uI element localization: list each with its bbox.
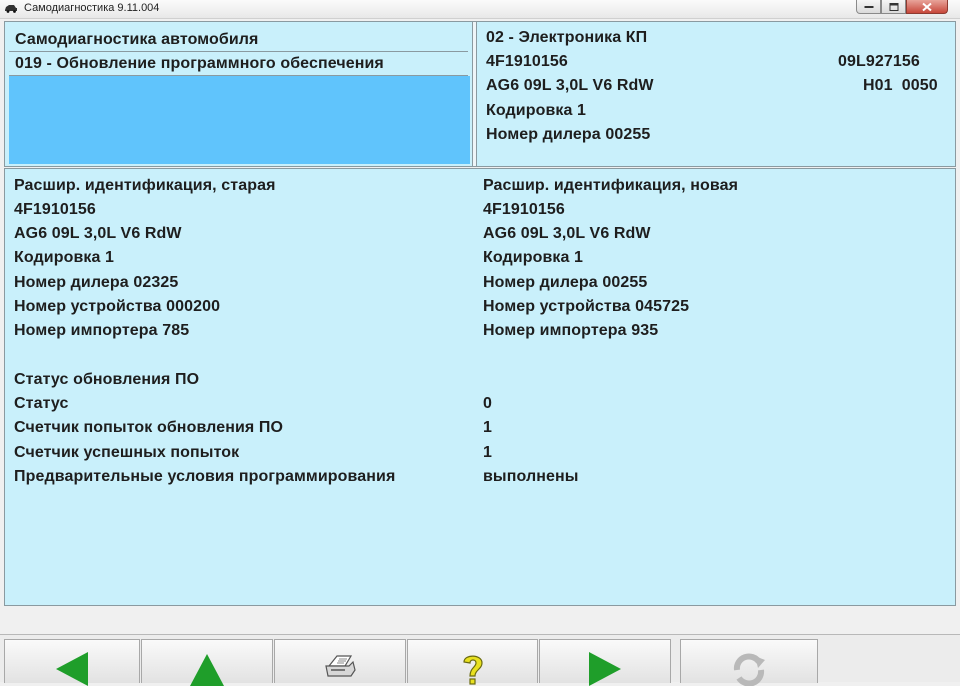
ident-old-importer: Номер импортера 785: [14, 322, 190, 339]
print-button[interactable]: [274, 639, 406, 683]
close-button[interactable]: [906, 0, 948, 14]
ident-old-part-number: 4F1910156: [14, 201, 96, 218]
vertical-divider: [472, 22, 477, 166]
ident-new-device: Номер устройства 045725: [483, 298, 690, 315]
title-bar: Самодиагностика 9.11.004: [0, 0, 960, 19]
up-button[interactable]: [141, 639, 273, 686]
selected-function-label[interactable]: 019 - Обновление программного обеспечени…: [15, 55, 384, 73]
main-panel: Расшир. идентификация, старая 4F1910156 …: [4, 168, 956, 606]
minimize-button[interactable]: [856, 0, 881, 14]
bottom-toolbar: [0, 634, 960, 686]
forward-button[interactable]: [539, 639, 671, 686]
status-label: Статус: [14, 395, 69, 412]
printer-icon: [325, 655, 356, 677]
window-title: Самодиагностика 9.11.004: [24, 2, 160, 14]
ecu-part-number-alt: 09L927156: [838, 53, 920, 70]
ident-old-component: AG6 09L 3,0L V6 RdW: [14, 225, 182, 242]
ident-old-coding: Кодировка 1: [14, 249, 115, 266]
close-icon: [922, 2, 932, 11]
ecu-version: H01 0050: [863, 77, 938, 94]
ident-old-dealer: Номер дилера 02325: [14, 274, 179, 291]
maximize-icon: [889, 2, 898, 11]
ecu-name: 02 - Электроника КП: [486, 29, 648, 46]
preconditions-label: Предварительные условия программирования: [14, 468, 396, 485]
ident-old-device: Номер устройства 000200: [14, 298, 221, 315]
ident-new-coding: Кодировка 1: [483, 249, 584, 266]
status-value: 0: [483, 395, 492, 412]
car-icon: [5, 5, 17, 13]
ecu-dealer: Номер дилера 00255: [486, 126, 651, 143]
ecu-part-number: 4F1910156: [486, 53, 568, 70]
minimize-icon: [864, 5, 873, 8]
panel-title: Самодиагностика автомобиля: [15, 31, 259, 48]
maximize-button[interactable]: [881, 0, 906, 14]
update-attempts-value: 1: [483, 419, 492, 436]
ident-new-importer: Номер импортера 935: [483, 322, 659, 339]
selection-highlight[interactable]: [9, 76, 470, 164]
function-panel: Самодиагностика автомобиля 019 - Обновле…: [7, 24, 470, 164]
header-frame: Самодиагностика автомобиля 019 - Обновле…: [4, 21, 956, 167]
ecu-component: AG6 09L 3,0L V6 RdW: [486, 77, 654, 94]
update-status-heading: Статус обновления ПО: [14, 371, 200, 388]
refresh-button[interactable]: [680, 639, 818, 686]
divider: [9, 51, 468, 52]
ident-old-heading: Расшир. идентификация, старая: [14, 177, 276, 194]
ident-new-dealer: Номер дилера 00255: [483, 274, 648, 291]
ecu-coding: Кодировка 1: [486, 102, 587, 119]
preconditions-value: выполнены: [483, 468, 579, 485]
help-button[interactable]: [407, 639, 538, 685]
ident-new-heading: Расшир. идентификация, новая: [483, 177, 739, 194]
ident-new-part-number: 4F1910156: [483, 201, 565, 218]
successful-attempts-value: 1: [483, 444, 492, 461]
ident-new-component: AG6 09L 3,0L V6 RdW: [483, 225, 651, 242]
window-controls: [856, 0, 948, 15]
successful-attempts-label: Счетчик успешных попыток: [14, 444, 240, 461]
update-attempts-label: Счетчик попыток обновления ПО: [14, 419, 284, 436]
back-button[interactable]: [4, 639, 140, 686]
